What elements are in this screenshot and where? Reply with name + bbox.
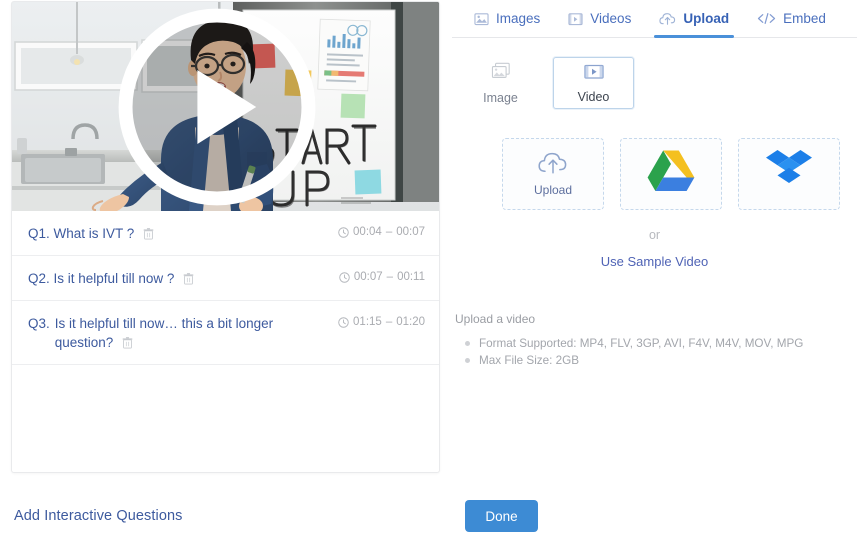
question-body-wrap: Is it helpful till now… this a bit longe… <box>55 314 287 352</box>
video-preview-panel: Q1. What is IVT ? 00:04 – 00:07 Q2. Is i… <box>11 1 440 473</box>
question-label: Q2. <box>28 271 50 286</box>
use-sample-video-link[interactable]: Use Sample Video <box>452 242 857 269</box>
question-label: Q1. <box>28 226 50 241</box>
question-body: Is it helpful till now… this a bit longe… <box>54 316 274 350</box>
tab-upload[interactable]: Upload <box>645 0 743 38</box>
media-type-toggle: Image Video <box>452 38 857 109</box>
time-start: 00:04 <box>353 226 382 238</box>
cloud-upload-icon <box>538 152 568 180</box>
time-separator: – <box>385 226 393 238</box>
tab-label: Upload <box>683 11 730 26</box>
question-text: Q2. Is it helpful till now ? <box>28 269 339 288</box>
upload-from-device-button[interactable]: Upload <box>502 138 604 210</box>
image-stack-icon <box>491 62 511 86</box>
time-separator: – <box>385 316 393 328</box>
upload-video-dialog: Q1. What is IVT ? 00:04 – 00:07 Q2. Is i… <box>0 0 857 534</box>
clock-icon <box>338 316 349 328</box>
clock-icon <box>338 226 349 238</box>
image-icon <box>474 12 489 26</box>
upload-sources: Upload <box>452 109 857 210</box>
tab-label: Embed <box>783 11 826 26</box>
media-type-label: Image <box>483 90 518 105</box>
code-icon <box>757 12 776 25</box>
film-icon <box>568 12 583 26</box>
upload-from-dropbox-button[interactable] <box>738 138 840 210</box>
question-time-range: 00:07 – 00:11 <box>339 269 425 283</box>
media-type-image[interactable]: Image <box>460 57 541 109</box>
question-body: What is IVT ? <box>53 226 135 241</box>
upload-notes: Upload a video Format Supported: MP4, FL… <box>452 269 857 369</box>
video-thumbnail[interactable] <box>12 2 439 211</box>
play-circle-icon[interactable] <box>12 2 430 211</box>
list-item: Format Supported: MP4, FLV, 3GP, AVI, F4… <box>455 335 857 352</box>
time-end: 00:07 <box>396 226 425 238</box>
source-label: Upload <box>533 182 573 197</box>
tab-label: Images <box>496 11 541 26</box>
trash-icon[interactable] <box>122 337 133 349</box>
question-label: Q3. <box>28 316 50 331</box>
interactive-questions-list: Q1. What is IVT ? 00:04 – 00:07 Q2. Is i… <box>12 211 439 365</box>
tab-videos[interactable]: Videos <box>554 0 645 38</box>
time-start: 01:15 <box>353 316 382 328</box>
dropbox-icon <box>766 149 812 196</box>
question-text: Q3. Is it helpful till now… this a bit l… <box>28 314 338 352</box>
media-picker-panel: Images Videos Upload Embed Image Video U… <box>452 0 857 534</box>
table-row[interactable]: Q1. What is IVT ? 00:04 – 00:07 <box>12 211 439 256</box>
upload-notes-list: Format Supported: MP4, FLV, 3GP, AVI, F4… <box>455 326 857 369</box>
add-interactive-questions-link[interactable]: Add Interactive Questions <box>14 508 183 524</box>
done-button[interactable]: Done <box>465 500 538 532</box>
media-type-video[interactable]: Video <box>553 57 634 109</box>
film-icon <box>583 63 604 85</box>
question-time-range: 01:15 – 01:20 <box>338 314 425 328</box>
upload-from-google-drive-button[interactable] <box>620 138 722 210</box>
tab-images[interactable]: Images <box>460 0 554 38</box>
table-row[interactable]: Q2. Is it helpful till now ? 00:07 – 00:… <box>12 256 439 301</box>
time-separator: – <box>386 271 394 283</box>
time-start: 00:07 <box>353 271 383 283</box>
table-row[interactable]: Q3. Is it helpful till now… this a bit l… <box>12 301 439 365</box>
question-text: Q1. What is IVT ? <box>28 224 338 243</box>
trash-icon[interactable] <box>143 228 154 240</box>
list-item: Max File Size: 2GB <box>455 352 857 369</box>
media-source-tabs: Images Videos Upload Embed <box>452 0 857 38</box>
question-time-range: 00:04 – 00:07 <box>338 224 425 238</box>
time-end: 01:20 <box>396 316 425 328</box>
media-type-label: Video <box>577 89 610 104</box>
or-divider-text: or <box>648 228 661 242</box>
clock-icon <box>339 271 350 283</box>
google-drive-icon <box>647 149 695 197</box>
tab-embed[interactable]: Embed <box>743 0 840 38</box>
time-end: 00:11 <box>397 271 425 283</box>
cloud-upload-icon <box>659 12 676 26</box>
tab-label: Videos <box>590 11 632 26</box>
question-body: Is it helpful till now ? <box>53 271 175 286</box>
trash-icon[interactable] <box>183 273 194 285</box>
upload-notes-title: Upload a video <box>455 312 536 326</box>
